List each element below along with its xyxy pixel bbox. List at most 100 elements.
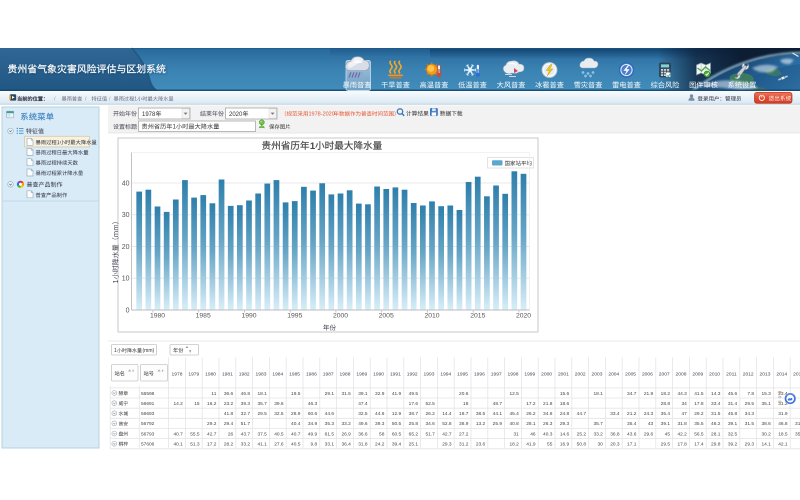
svg-text:2014: 2014 <box>776 371 787 377</box>
svg-text:1993: 1993 <box>424 371 435 377</box>
svg-text:28.1: 28.1 <box>711 431 721 437</box>
svg-text:2011: 2011 <box>726 371 737 377</box>
svg-text:35.8: 35.8 <box>795 431 800 437</box>
svg-text:33.4: 33.4 <box>711 401 721 407</box>
svg-text:15: 15 <box>194 401 200 407</box>
svg-text:26.9: 26.9 <box>341 431 351 437</box>
svg-text:1981: 1981 <box>222 371 233 377</box>
svg-text:35.5: 35.5 <box>694 421 704 427</box>
svg-text:31.4: 31.4 <box>728 401 738 407</box>
svg-text:31.8: 31.8 <box>358 442 368 448</box>
svg-text:1978-2020: 1978-2020 <box>309 112 335 118</box>
svg-text:44.6: 44.6 <box>325 411 335 417</box>
svg-text:23.2: 23.2 <box>224 401 234 407</box>
svg-text:38.6: 38.6 <box>761 421 771 427</box>
svg-text:1978: 1978 <box>142 112 156 118</box>
svg-text:12.5: 12.5 <box>509 391 519 397</box>
svg-text:31.1: 31.1 <box>795 421 800 427</box>
svg-text:39.2: 39.2 <box>728 442 738 448</box>
svg-text:29.1: 29.1 <box>325 391 335 397</box>
svg-text:29.3: 29.3 <box>745 442 755 448</box>
svg-text:2010: 2010 <box>424 312 439 319</box>
svg-text:21.2: 21.2 <box>627 411 637 417</box>
svg-text:36.6: 36.6 <box>224 391 234 397</box>
svg-text:17.2: 17.2 <box>526 401 536 407</box>
svg-text:1989: 1989 <box>356 371 367 377</box>
svg-text:39.3: 39.3 <box>241 401 251 407</box>
svg-text:44.7: 44.7 <box>577 411 587 417</box>
svg-text:56793: 56793 <box>141 431 155 437</box>
svg-text:43.6: 43.6 <box>627 431 637 437</box>
svg-text:31.9: 31.9 <box>778 411 788 417</box>
svg-text:56792: 56792 <box>141 421 155 427</box>
svg-text:51.7: 51.7 <box>241 421 251 427</box>
svg-text:14.2: 14.2 <box>173 401 183 407</box>
svg-text:35.7: 35.7 <box>593 421 603 427</box>
svg-text:41.9: 41.9 <box>392 391 402 397</box>
svg-text:40.5: 40.5 <box>291 442 301 448</box>
svg-text:17.1: 17.1 <box>627 442 637 448</box>
svg-text:0: 0 <box>126 307 130 314</box>
svg-text:17.8: 17.8 <box>677 442 687 448</box>
svg-text:40.7: 40.7 <box>173 431 183 437</box>
svg-text:35.7: 35.7 <box>257 401 267 407</box>
svg-text:20.6: 20.6 <box>459 391 469 397</box>
svg-text:1985: 1985 <box>196 312 211 319</box>
svg-text:33.1: 33.1 <box>325 442 335 448</box>
svg-text:28.1: 28.1 <box>526 421 536 427</box>
svg-text:43.7: 43.7 <box>241 431 251 437</box>
svg-text:2013: 2013 <box>760 371 771 377</box>
svg-text:29.5: 29.5 <box>661 442 671 448</box>
svg-text:18.6: 18.6 <box>560 401 570 407</box>
svg-text:14.4: 14.4 <box>442 411 452 417</box>
svg-text:52.5: 52.5 <box>425 401 435 407</box>
svg-text:38.7: 38.7 <box>409 411 419 417</box>
svg-text:1991: 1991 <box>390 371 401 377</box>
svg-text:51.3: 51.3 <box>190 442 200 448</box>
svg-text:2001: 2001 <box>558 371 569 377</box>
svg-text:31.8: 31.8 <box>677 421 687 427</box>
svg-text:(mm): (mm) <box>143 348 155 354</box>
svg-text:1987: 1987 <box>323 371 334 377</box>
svg-text:28.2: 28.2 <box>224 442 234 448</box>
svg-text:34.9: 34.9 <box>308 421 318 427</box>
svg-text:29.8: 29.8 <box>711 442 721 448</box>
svg-text:17.4: 17.4 <box>694 442 704 448</box>
svg-text:1995: 1995 <box>457 371 468 377</box>
svg-text:1980: 1980 <box>205 371 216 377</box>
svg-text:51.7: 51.7 <box>425 431 435 437</box>
svg-text:44.6: 44.6 <box>375 411 385 417</box>
svg-text:47: 47 <box>681 411 687 417</box>
svg-text:39.1: 39.1 <box>728 421 738 427</box>
svg-text:16.9: 16.9 <box>560 442 570 448</box>
svg-text:1990: 1990 <box>373 371 384 377</box>
svg-text:40.8: 40.8 <box>509 421 519 427</box>
svg-text:1984: 1984 <box>272 371 283 377</box>
svg-text:1978: 1978 <box>172 371 183 377</box>
svg-text:46.2: 46.2 <box>711 421 721 427</box>
svg-text:50.8: 50.8 <box>577 442 587 448</box>
svg-text:31.5: 31.5 <box>341 391 351 397</box>
svg-text:2020: 2020 <box>516 312 531 319</box>
svg-text:1980: 1980 <box>150 312 165 319</box>
svg-text:28.9: 28.9 <box>291 411 301 417</box>
svg-text:1: 1 <box>310 141 316 152</box>
svg-text:40: 40 <box>122 180 130 187</box>
svg-text:44.1: 44.1 <box>493 411 503 417</box>
svg-text:26.2: 26.2 <box>425 411 435 417</box>
svg-text:48.7: 48.7 <box>493 401 503 407</box>
svg-text:27.2: 27.2 <box>459 431 469 437</box>
svg-text:1999: 1999 <box>524 371 535 377</box>
svg-text:30.2: 30.2 <box>761 431 771 437</box>
svg-text:41.5: 41.5 <box>694 391 704 397</box>
svg-text:38.5: 38.5 <box>476 411 486 417</box>
svg-text:18.2: 18.2 <box>509 442 519 448</box>
svg-text:33.4: 33.4 <box>610 411 620 417</box>
svg-text:60.5: 60.5 <box>392 431 402 437</box>
svg-text:26: 26 <box>228 431 234 437</box>
svg-text:38.9: 38.9 <box>459 421 469 427</box>
svg-text:42.1: 42.1 <box>778 442 788 448</box>
svg-text:18.5: 18.5 <box>778 431 788 437</box>
svg-text:31.2: 31.2 <box>459 442 469 448</box>
svg-text:2015: 2015 <box>793 371 800 377</box>
